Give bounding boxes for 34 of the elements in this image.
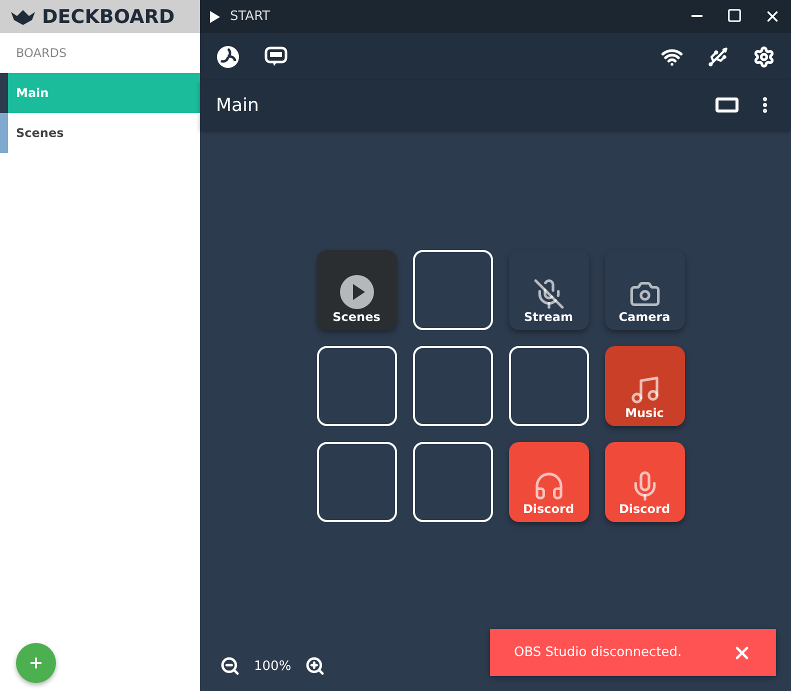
play-icon	[210, 10, 220, 22]
logo-icon	[10, 8, 36, 26]
muted-microphone-icon	[532, 278, 564, 310]
section-heading: BOARDS	[15, 45, 68, 62]
empty-slot[interactable]	[412, 346, 492, 426]
app-name: DECKBOARD	[42, 6, 175, 28]
deck-button[interactable]: Discord	[604, 442, 684, 522]
deck-button[interactable]: Music	[604, 346, 684, 426]
empty-slot[interactable]	[316, 346, 396, 426]
plus-icon	[28, 655, 44, 671]
robot-icon[interactable]	[264, 46, 288, 68]
empty-slot[interactable]	[412, 250, 492, 330]
zoom-out-icon[interactable]	[220, 656, 240, 676]
zoom-level: 100%	[254, 658, 292, 674]
music-icon	[628, 374, 660, 406]
deck-button[interactable]: Discord	[508, 442, 588, 522]
deck-button[interactable]: Camera	[604, 250, 684, 330]
maximize-icon[interactable]	[727, 8, 742, 25]
toast-message: OBS Studio disconnected.	[514, 645, 683, 660]
start-button[interactable]: START	[210, 9, 270, 24]
add-button[interactable]	[16, 643, 56, 683]
settings-icon[interactable]	[753, 46, 775, 68]
empty-slot[interactable]	[316, 442, 396, 522]
usb-icon[interactable]	[707, 46, 729, 68]
deck-button[interactable]: Stream	[508, 250, 588, 330]
rectangle-icon[interactable]	[715, 97, 739, 113]
play-icon	[338, 274, 374, 310]
headphones-icon	[532, 470, 564, 502]
empty-slot[interactable]	[508, 346, 588, 426]
deck-button[interactable]: Scenes	[316, 250, 396, 330]
empty-slot[interactable]	[412, 442, 492, 522]
zoom-in-icon[interactable]	[305, 656, 326, 676]
board-title: Main	[216, 94, 260, 116]
swirl-logo-icon[interactable]	[216, 44, 240, 68]
